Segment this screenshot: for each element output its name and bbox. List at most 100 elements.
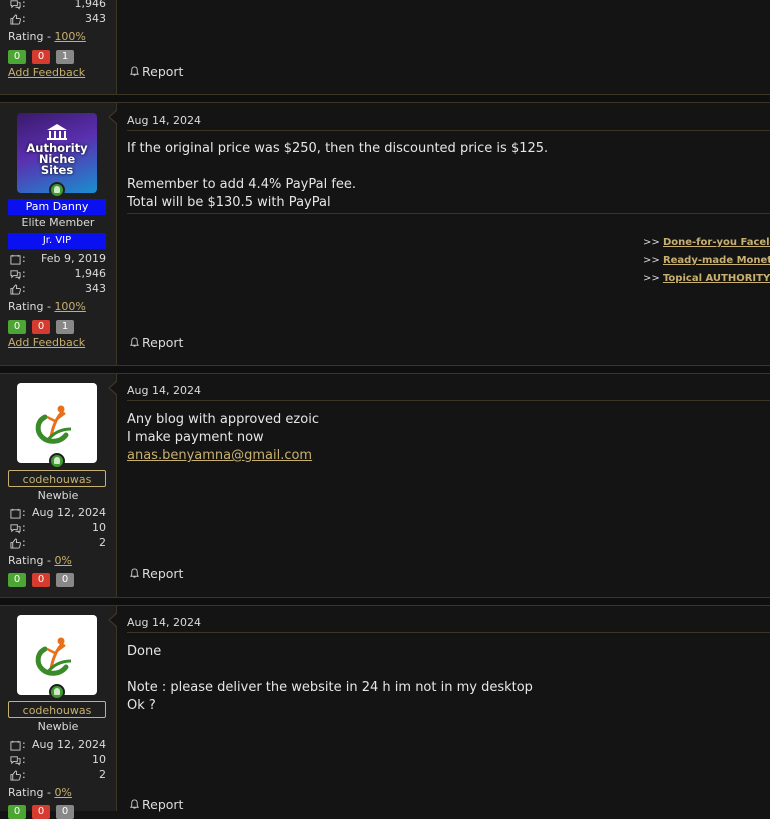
- bell-icon: [130, 799, 139, 809]
- signature-link-text[interactable]: Done-for-you Faceless C: [663, 237, 770, 248]
- thumbs-up-icon: [10, 284, 21, 295]
- neutral-badge[interactable]: 1: [56, 50, 74, 64]
- stat-colon: :: [22, 768, 26, 781]
- stat-colon: :: [22, 536, 26, 549]
- rating-link[interactable]: 100%: [54, 30, 85, 43]
- post-main: Report: [117, 0, 770, 94]
- rating: Rating - 100%: [8, 300, 86, 313]
- user-title: Elite Member: [21, 216, 95, 229]
- calendar-icon: [10, 740, 21, 751]
- messages-icon: [10, 0, 21, 10]
- bell-icon: [130, 568, 139, 578]
- positive-badge[interactable]: 0: [8, 50, 26, 64]
- add-feedback-link[interactable]: Add Feedback: [8, 66, 85, 79]
- post-main: Aug 14, 2024 Done Note : please deliver …: [117, 606, 770, 812]
- stat-value: 10: [92, 753, 106, 766]
- post-date[interactable]: Aug 14, 2024: [127, 384, 201, 397]
- post-text-line: Any blog with approved ezoic: [127, 412, 319, 427]
- stat-colon: :: [22, 506, 26, 519]
- post-text-line: Remember to add 4.4% PayPal fee.: [127, 177, 357, 192]
- stat-value: Feb 9, 2019: [41, 252, 106, 265]
- avatar[interactable]: [17, 615, 97, 695]
- report-button[interactable]: Report: [129, 335, 183, 350]
- stat-value: Aug 12, 2024: [32, 506, 106, 519]
- negative-badge[interactable]: 0: [32, 805, 50, 819]
- negative-badge[interactable]: 0: [32, 320, 50, 334]
- rating-link[interactable]: 0%: [54, 554, 71, 567]
- divider: [127, 400, 770, 401]
- report-button[interactable]: Report: [129, 797, 183, 812]
- stat-value: 2: [99, 536, 106, 549]
- report-button[interactable]: Report: [129, 64, 183, 79]
- avatar-logo-text: Authority Niche Sites: [17, 142, 97, 176]
- thumbs-up-icon: [10, 770, 21, 781]
- stat-colon: :: [22, 252, 26, 265]
- post-text-line: Total will be $130.5 with PayPal: [127, 195, 331, 210]
- stat-joined: : Aug 12, 2024: [8, 738, 106, 753]
- rating: Rating - 0%: [8, 786, 72, 799]
- negative-badge[interactable]: 0: [32, 573, 50, 587]
- post-pointer: [108, 109, 118, 125]
- stat-colon: :: [22, 753, 26, 766]
- post-text-line: Note : please deliver the website in 24 …: [127, 680, 533, 695]
- email-link[interactable]: anas.benyamna@gmail.com: [127, 448, 312, 463]
- leaf-figure-logo: [35, 637, 72, 676]
- thumbs-up-icon: [10, 538, 21, 549]
- positive-badge[interactable]: 0: [8, 573, 26, 587]
- report-label: Report: [142, 335, 184, 350]
- feedback-badges: 001: [8, 318, 80, 334]
- stat-value: 10: [92, 521, 106, 534]
- positive-badge[interactable]: 0: [8, 320, 26, 334]
- bell-icon: [130, 337, 139, 347]
- stat-colon: :: [22, 267, 26, 280]
- signature-prefix: >>: [643, 237, 663, 248]
- signature-link-text[interactable]: Topical AUTHORITY Ads: [663, 273, 770, 284]
- online-status-icon: [49, 684, 65, 700]
- report-label: Report: [142, 566, 184, 581]
- stat-colon: :: [22, 282, 26, 295]
- neutral-badge[interactable]: 0: [56, 805, 74, 819]
- stat-joined: : Feb 9, 2019: [8, 252, 106, 267]
- neutral-badge[interactable]: 1: [56, 320, 74, 334]
- username[interactable]: codehouwas: [8, 701, 106, 718]
- post-0: : 1,946 : 343 Rating - 100% 001 Add Feed…: [0, 0, 770, 94]
- user-title: Newbie: [37, 720, 79, 733]
- post-text-line: Ok ?: [127, 698, 156, 713]
- post-2: codehouwas Newbie : Aug 12, 2024 : 10 : …: [0, 374, 770, 597]
- rating-link[interactable]: 100%: [54, 300, 85, 313]
- post-pointer: [108, 380, 118, 396]
- stat-reactions: : 343: [8, 282, 106, 297]
- feedback-badges: 000: [8, 571, 80, 587]
- report-button[interactable]: Report: [129, 566, 183, 581]
- post-date[interactable]: Aug 14, 2024: [127, 114, 201, 127]
- add-feedback-link[interactable]: Add Feedback: [8, 336, 85, 349]
- messages-icon: [10, 524, 21, 534]
- leaf-figure-logo: [35, 405, 72, 444]
- stat-reactions: : 343: [8, 12, 106, 27]
- negative-badge[interactable]: 0: [32, 50, 50, 64]
- signature-link-text[interactable]: Ready-made Monetized: [663, 255, 770, 266]
- avatar[interactable]: [17, 383, 97, 463]
- bell-icon: [130, 66, 139, 76]
- neutral-badge[interactable]: 0: [56, 573, 74, 587]
- username[interactable]: codehouwas: [8, 470, 106, 487]
- stat-value: 1,946: [74, 267, 107, 280]
- stat-messages: : 10: [8, 521, 106, 536]
- post-separator: [0, 597, 770, 606]
- post-text-line: I make payment now: [127, 430, 264, 445]
- stat-messages: : 1,946: [8, 267, 106, 282]
- online-status-icon: [49, 453, 65, 469]
- post-main: Aug 14, 2024 If the original price was $…: [117, 103, 770, 365]
- rating-link[interactable]: 0%: [54, 786, 71, 799]
- post-date[interactable]: Aug 14, 2024: [127, 616, 201, 629]
- stat-messages: : 10: [8, 753, 106, 768]
- user-sidebar: Authority Niche Sites Pam Danny Elite Me…: [0, 103, 117, 365]
- avatar[interactable]: Authority Niche Sites: [17, 113, 97, 193]
- calendar-icon: [10, 508, 21, 519]
- divider: [127, 130, 770, 131]
- username[interactable]: Pam Danny: [8, 199, 106, 215]
- rating: Rating - 100%: [8, 30, 86, 43]
- thumbs-up-icon: [10, 14, 21, 25]
- positive-badge[interactable]: 0: [8, 805, 26, 819]
- temple-icon: [47, 124, 67, 140]
